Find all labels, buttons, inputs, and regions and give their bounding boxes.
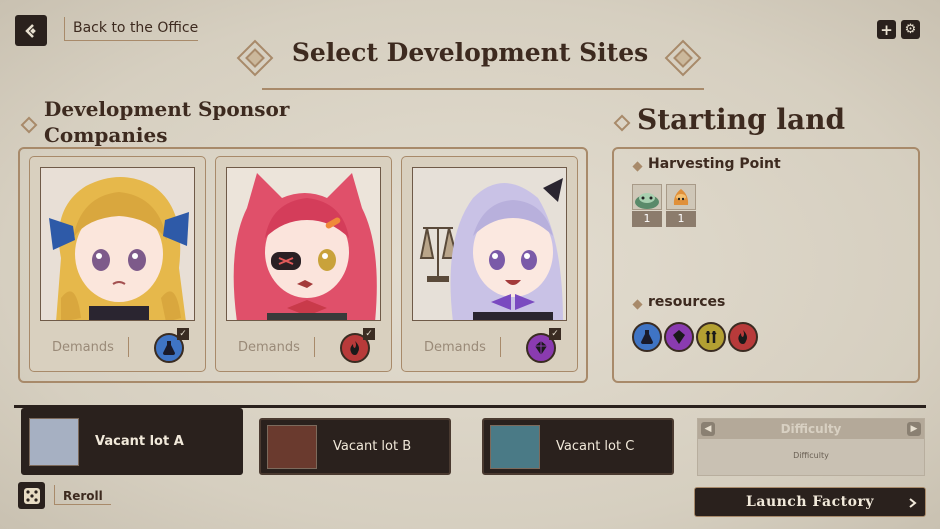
lot-b-thumbnail bbox=[267, 424, 317, 469]
sponsor-heading: Development Sponsor Companies bbox=[44, 97, 290, 147]
harvest-heading: Harvesting Point bbox=[648, 156, 781, 172]
lot-a-name: Vacant lot A bbox=[95, 434, 184, 449]
vacant-lot-c[interactable]: Vacant lot C bbox=[482, 418, 674, 475]
blob-creature-icon bbox=[666, 184, 696, 210]
back-button[interactable] bbox=[15, 15, 47, 46]
title-right-ornament-icon bbox=[664, 39, 702, 77]
starting-land-panel: Harvesting Point 1 1 resources bbox=[612, 147, 920, 383]
checkbox-checked-icon: ✓ bbox=[549, 328, 561, 340]
difficulty-title: Difficulty bbox=[780, 422, 842, 436]
launch-factory-label: Launch Factory bbox=[746, 494, 874, 510]
harvest-item[interactable]: 1 bbox=[632, 184, 662, 227]
wheat-icon bbox=[696, 322, 726, 352]
demands-divider bbox=[128, 337, 129, 357]
harvest-count: 1 bbox=[632, 211, 662, 227]
flame-icon bbox=[728, 322, 758, 352]
launch-factory-button[interactable]: Launch Factory bbox=[694, 487, 926, 517]
difficulty-panel: ◀ Difficulty ▶ Difficulty bbox=[697, 418, 925, 476]
flask-icon bbox=[632, 322, 662, 352]
plus-icon: + bbox=[880, 20, 893, 39]
gear-icon: ⚙ bbox=[904, 22, 917, 37]
resources-bullet-icon bbox=[632, 299, 643, 310]
harvest-count: 1 bbox=[666, 211, 696, 227]
back-arrow-icon bbox=[25, 23, 36, 38]
reroll-link[interactable]: Reroll bbox=[54, 485, 111, 505]
harvest-bullet-icon bbox=[632, 161, 643, 172]
starting-land-ornament-icon bbox=[613, 114, 631, 132]
sponsor-demands-label: Demands bbox=[238, 340, 300, 355]
difficulty-value: Difficulty bbox=[793, 451, 829, 460]
sponsor-portrait-silver-girl bbox=[412, 167, 567, 321]
reroll-button[interactable] bbox=[18, 482, 45, 509]
checkbox-checked-icon: ✓ bbox=[177, 328, 189, 340]
harvest-item[interactable]: 1 bbox=[666, 184, 696, 227]
sponsor-portrait-blonde-girl bbox=[40, 167, 195, 321]
vacant-lot-a[interactable]: Vacant lot A bbox=[21, 408, 243, 475]
dice-icon bbox=[23, 487, 40, 504]
add-button[interactable]: + bbox=[877, 20, 896, 39]
slime-creature-icon bbox=[632, 184, 662, 210]
lot-b-name: Vacant lot B bbox=[333, 439, 412, 454]
checkbox-checked-icon: ✓ bbox=[363, 328, 375, 340]
settings-button[interactable]: ⚙ bbox=[901, 20, 920, 39]
page-title: Select Development Sites bbox=[291, 38, 649, 67]
lot-c-thumbnail bbox=[490, 424, 540, 469]
sponsor-demands-label: Demands bbox=[424, 340, 486, 355]
lot-c-name: Vacant lot C bbox=[556, 439, 635, 454]
title-underline bbox=[262, 88, 704, 90]
sponsor-heading-ornament-icon bbox=[20, 116, 38, 134]
difficulty-next-button[interactable]: ▶ bbox=[907, 422, 921, 436]
reroll-label: Reroll bbox=[63, 489, 103, 503]
vacant-lot-b[interactable]: Vacant lot B bbox=[259, 418, 451, 475]
demands-divider bbox=[500, 337, 501, 357]
resources-heading: resources bbox=[648, 294, 726, 310]
lot-a-thumbnail bbox=[29, 417, 79, 466]
demands-divider bbox=[314, 337, 315, 357]
sponsor-card-1[interactable]: Demands ✓ bbox=[29, 156, 206, 372]
sponsor-demands-label: Demands bbox=[52, 340, 114, 355]
sponsor-card-3[interactable]: Demands ✓ bbox=[401, 156, 578, 372]
title-left-ornament-icon bbox=[236, 39, 274, 77]
chevron-right-icon bbox=[909, 498, 917, 508]
sponsor-card-2[interactable]: Demands ✓ bbox=[215, 156, 392, 372]
starting-land-heading: Starting land bbox=[637, 103, 846, 136]
back-to-office-label: Back to the Office bbox=[73, 20, 199, 36]
sponsor-portrait-pink-girl bbox=[226, 167, 381, 321]
crystal-icon bbox=[664, 322, 694, 352]
back-to-office-link[interactable]: Back to the Office bbox=[64, 17, 199, 41]
